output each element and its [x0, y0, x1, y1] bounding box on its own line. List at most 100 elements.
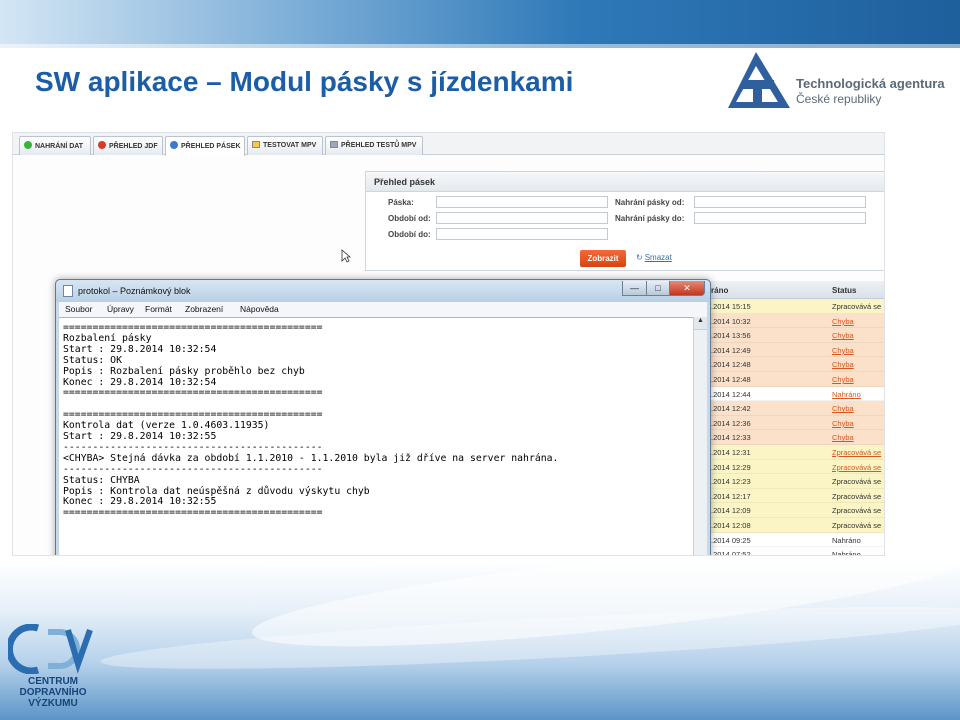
row-date: .2014 12:31	[711, 447, 751, 457]
menu-format[interactable]: Formát	[145, 304, 172, 314]
mouse-cursor-icon	[341, 249, 351, 263]
table-row[interactable]: .2014 12:48 Chyba	[707, 357, 884, 372]
paska-label: Páska:	[388, 198, 414, 207]
tab-label: PŘEHLED JDF	[109, 143, 158, 150]
log-line: Kontrola dat (verze 1.0.4603.11935)	[63, 420, 270, 432]
ta-logo-line2: České republiky	[796, 92, 882, 106]
red-circle-icon	[98, 141, 106, 149]
table-row[interactable]: .2014 12:42 Chyba	[707, 401, 884, 416]
scroll-up-arrow-icon[interactable]: ▲	[694, 317, 707, 330]
table-row[interactable]: .2014 07:52 Nahráno	[707, 547, 884, 556]
row-date: .2014 12:48	[711, 360, 751, 370]
obdobi-do-label: Období do:	[388, 230, 431, 239]
row-status[interactable]: Zpracovává se	[832, 463, 881, 472]
table-row[interactable]: .2014 12:17 Zpracovává se	[707, 488, 884, 504]
table-row[interactable]: .2014 10:32 Chyba	[707, 313, 884, 329]
menu-napoveda[interactable]: Nápověda	[240, 304, 279, 314]
row-date: .2014 12:36	[711, 418, 751, 428]
obdobi-do-input[interactable]	[436, 228, 608, 240]
table-row[interactable]: .2014 12:36 Chyba	[707, 415, 884, 431]
green-circle-icon	[24, 141, 32, 149]
row-status: Zpracovává se	[832, 477, 882, 487]
notepad-menubar: Soubor Úpravy Formát Zobrazení Nápověda	[59, 302, 707, 317]
table-row[interactable]: .2014 12:08 Zpracovává se	[707, 517, 884, 533]
menu-soubor[interactable]: Soubor	[65, 304, 92, 314]
log-line: ========================================…	[63, 322, 323, 333]
slide-title: SW aplikace – Modul pásky s jízdenkami	[35, 66, 574, 97]
row-status[interactable]: Chyba	[832, 331, 854, 340]
notepad-titlebar[interactable]: protokol – Poznámkový blok — □ ✕	[56, 280, 710, 302]
log-line: Konec : 29.8.2014 10:32:54	[63, 376, 217, 388]
maximize-button[interactable]: □	[646, 281, 670, 296]
table-row[interactable]: .2014 12:48 Chyba	[707, 371, 884, 387]
row-status[interactable]: Chyba	[832, 360, 854, 369]
row-date: .2014 09:25	[711, 535, 751, 545]
table-row[interactable]: .2014 12:09 Zpracovává se	[707, 503, 884, 518]
row-date: .2014 12:42	[711, 404, 751, 414]
notepad-text-area[interactable]: ========================================…	[59, 317, 693, 555]
row-status: Nahráno	[832, 550, 861, 556]
row-status[interactable]: Nahráno	[832, 390, 861, 399]
notepad-window: protokol – Poznámkový blok — □ ✕ Soubor …	[55, 279, 711, 555]
log-line: ----------------------------------------…	[63, 463, 323, 475]
row-status[interactable]: Chyba	[832, 419, 854, 428]
obdobi-od-input[interactable]	[436, 212, 608, 224]
table-row[interactable]: .2014 12:49 Chyba	[707, 342, 884, 358]
close-button[interactable]: ✕	[669, 281, 705, 296]
grid-header: ráno Status	[707, 281, 884, 299]
tab-bar: NAHRÁNÍ DAT PŘEHLED JDF PŘEHLED PÁSEK TE…	[13, 133, 884, 156]
tab-prehled-jdf[interactable]: PŘEHLED JDF	[93, 136, 163, 155]
log-line: Start : 29.8.2014 10:32:55	[63, 431, 217, 442]
col-status-header: Status	[832, 286, 857, 295]
tab-testovat-mpv[interactable]: TESTOVAT MPV	[247, 136, 323, 155]
minimize-button[interactable]: —	[622, 281, 647, 296]
row-status[interactable]: Chyba	[832, 433, 854, 442]
table-icon	[330, 141, 338, 148]
log-line: Rozbalení pásky	[63, 332, 152, 344]
row-date: .2014 13:56	[711, 331, 751, 341]
row-status[interactable]: Chyba	[832, 317, 854, 326]
tab-nahrani-dat[interactable]: NAHRÁNÍ DAT	[19, 136, 91, 155]
blue-circle-icon	[170, 141, 178, 149]
log-line: Popis : Kontrola dat neúspěšná z důvodu …	[63, 485, 370, 497]
log-line: ----------------------------------------…	[63, 441, 323, 453]
table-row[interactable]: .2014 15:15 Zpracovává se	[707, 299, 884, 314]
row-status: Zpracovává se	[832, 506, 882, 516]
nahrani-od-label: Nahrání pásky od:	[615, 198, 685, 207]
notepad-title: protokol – Poznámkový blok	[78, 286, 191, 296]
show-button[interactable]: Zobrazit	[580, 250, 626, 267]
obdobi-od-label: Období od:	[388, 214, 431, 223]
log-line: Popis : Rozbalení pásky proběhlo bez chy…	[63, 365, 305, 377]
row-date: .2014 12:29	[711, 462, 751, 472]
nahrani-do-label: Nahrání pásky do:	[615, 214, 685, 223]
row-status[interactable]: Chyba	[832, 375, 854, 384]
menu-zobrazeni[interactable]: Zobrazení	[185, 304, 223, 314]
table-row[interactable]: .2014 12:23 Zpracovává se	[707, 474, 884, 489]
row-status: Zpracovává se	[832, 302, 882, 311]
table-row[interactable]: .2014 12:44 Nahráno	[707, 386, 884, 402]
notepad-scrollbar[interactable]: ▲	[693, 317, 707, 555]
app-screenshot: NAHRÁNÍ DAT PŘEHLED JDF PŘEHLED PÁSEK TE…	[12, 132, 885, 556]
row-status[interactable]: Chyba	[832, 346, 854, 355]
table-row[interactable]: .2014 12:33 Chyba	[707, 430, 884, 445]
refresh-arrow-icon: ↻	[636, 253, 643, 262]
cdv-line1: CENTRUM	[28, 676, 78, 687]
nahrani-od-input[interactable]	[694, 196, 866, 208]
row-status[interactable]: Zpracovává se	[832, 448, 881, 457]
table-row[interactable]: .2014 09:25 Nahráno	[707, 532, 884, 548]
close-icon: ✕	[683, 283, 691, 293]
log-line: Konec : 29.8.2014 10:32:55	[63, 496, 217, 508]
table-row[interactable]: .2014 13:56 Chyba	[707, 328, 884, 343]
cdv-line3: VÝZKUMU	[28, 698, 78, 709]
tab-prehled-pasek[interactable]: PŘEHLED PÁSEK	[165, 136, 245, 156]
tab-prehled-testu-mpv[interactable]: PŘEHLED TESTŮ MPV	[325, 136, 423, 155]
log-line: Status: CHYBA	[63, 474, 140, 486]
paska-input[interactable]	[436, 196, 608, 208]
table-row[interactable]: .2014 12:29 Zpracovává se	[707, 459, 884, 475]
menu-upravy[interactable]: Úpravy	[107, 304, 134, 314]
row-status[interactable]: Chyba	[832, 404, 854, 413]
delete-link[interactable]: ↻ Smazat	[636, 253, 672, 262]
nahrani-do-input[interactable]	[694, 212, 866, 224]
table-row[interactable]: .2014 12:31 Zpracovává se	[707, 444, 884, 460]
row-date: .2014 10:32	[711, 316, 751, 326]
